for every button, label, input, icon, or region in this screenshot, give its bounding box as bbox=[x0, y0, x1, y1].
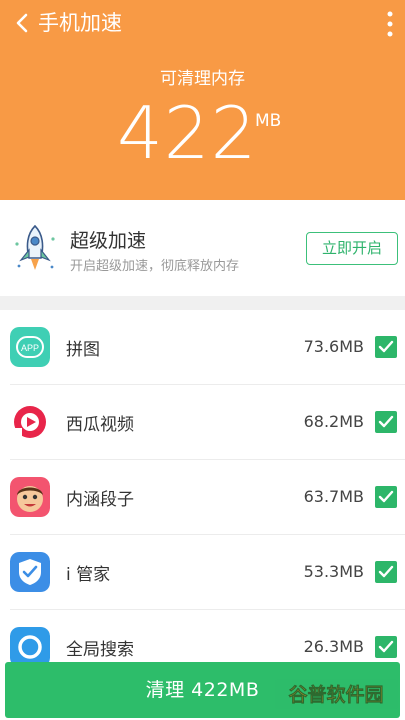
list-item[interactable]: APP 拼图 73.6MB bbox=[0, 310, 405, 385]
rocket-icon bbox=[15, 224, 55, 270]
app-size: 53.3MB bbox=[303, 562, 364, 581]
search-app-icon bbox=[10, 627, 50, 667]
super-boost-subtitle: 开启超级加速，彻底释放内存 bbox=[70, 259, 240, 274]
app-size: 73.6MB bbox=[303, 337, 364, 356]
list-item[interactable]: 西瓜视频 68.2MB bbox=[0, 385, 405, 460]
joke-app-icon bbox=[10, 477, 50, 517]
page-title: 手机加速 bbox=[38, 11, 122, 35]
app-name: 西瓜视频 bbox=[66, 415, 134, 435]
app-name: 全局搜索 bbox=[66, 640, 134, 660]
super-boost-title: 超级加速 bbox=[70, 230, 147, 252]
app-size: 26.3MB bbox=[303, 637, 364, 656]
header: 手机加速 可清理内存 422 MB bbox=[0, 0, 405, 200]
app-name: 拼图 bbox=[66, 340, 100, 360]
back-arrow-icon[interactable] bbox=[10, 10, 36, 36]
app-name: 内涵段子 bbox=[66, 490, 134, 510]
cleanable-memory-value: 422 bbox=[117, 91, 258, 175]
checkbox-checked-icon[interactable] bbox=[375, 636, 397, 658]
puzzle-app-icon: APP bbox=[10, 327, 50, 367]
checkbox-checked-icon[interactable] bbox=[375, 411, 397, 433]
checkbox-checked-icon[interactable] bbox=[375, 486, 397, 508]
app-list: APP 拼图 73.6MB 西瓜视频 68.2MB 内涵段子 63.7MB i … bbox=[0, 310, 405, 720]
app-size: 68.2MB bbox=[303, 412, 364, 431]
app-name: i 管家 bbox=[66, 565, 111, 585]
svg-text:APP: APP bbox=[21, 343, 39, 353]
shield-app-icon bbox=[10, 552, 50, 592]
super-boost-card: 超级加速 开启超级加速，彻底释放内存 立即开启 bbox=[0, 200, 405, 296]
checkbox-checked-icon[interactable] bbox=[375, 561, 397, 583]
checkbox-checked-icon[interactable] bbox=[375, 336, 397, 358]
cleanable-memory-unit: MB bbox=[255, 111, 282, 131]
list-item[interactable]: i 管家 53.3MB bbox=[0, 535, 405, 610]
cleanable-memory-label: 可清理内存 bbox=[160, 69, 245, 89]
watermark-logo: 谷普软件园 bbox=[275, 679, 398, 709]
watermelon-video-app-icon bbox=[10, 402, 50, 442]
svg-text:谷普软件园: 谷普软件园 bbox=[288, 683, 383, 706]
app-size: 63.7MB bbox=[303, 487, 364, 506]
enable-now-button[interactable]: 立即开启 bbox=[306, 232, 398, 265]
more-options-icon[interactable] bbox=[380, 8, 400, 40]
list-item[interactable]: 内涵段子 63.7MB bbox=[0, 460, 405, 535]
